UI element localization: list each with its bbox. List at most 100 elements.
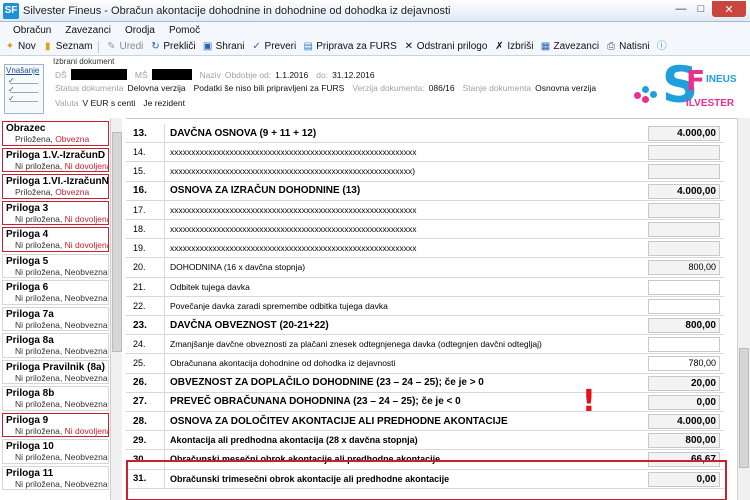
help-button[interactable]: ⓘ <box>656 41 668 53</box>
logo-dots-icon <box>632 82 660 106</box>
row-number: 21. <box>133 281 146 292</box>
toolbar-separator <box>98 40 100 53</box>
sidebar-item-status: Ni priložena, Neobvezna <box>3 293 108 303</box>
sidebar-item[interactable]: Priloga 5 Ni priložena, Neobvezna <box>2 253 109 278</box>
attached-status: Ni priložena, <box>15 213 63 224</box>
requirement-status: Neobvezna <box>64 319 108 330</box>
attached-status: Priložena, <box>15 134 53 144</box>
row-value-field[interactable] <box>648 279 720 295</box>
save-icon: ▣ <box>202 40 213 52</box>
sidebar-item[interactable]: Priloga 8a Ni priložena, Neobvezna <box>2 333 109 358</box>
row-divider <box>164 220 165 239</box>
folder-icon: ▮ <box>45 40 51 52</box>
sidebar-item[interactable]: Priloga 11 Ni priložena, Neobvezna <box>2 465 109 490</box>
main-scroll-thumb[interactable] <box>739 348 749 468</box>
row-value-field: 4.000,00 <box>648 183 720 199</box>
remove-attachment-label: Odstrani prilogo <box>416 41 488 52</box>
save-button[interactable]: ▣ Shrani <box>202 41 245 53</box>
table-row: 20. DOHODNINA (16 x davčna stopnja) 800,00 <box>126 258 724 278</box>
remove-attachment-button[interactable]: ✕ Odstrani prilogo <box>403 41 488 53</box>
sidebar-item[interactable]: Priloga 6 Ni priložena, Neobvezna <box>2 280 109 305</box>
sidebar-item[interactable]: Priloga 3 Ni priložena, Ni dovoljena <box>2 200 109 225</box>
stanje-value: Osnovna verzija <box>535 83 597 93</box>
prepare-furs-button[interactable]: ▤ Priprava za FURS <box>302 41 396 53</box>
sidebar-item-status: Ni priložena, Ni dovoljena <box>3 214 108 224</box>
requirement-status: Neobvezna <box>64 452 108 462</box>
row-divider <box>164 124 165 143</box>
row-number: 26. <box>133 377 147 389</box>
sidebar-item[interactable]: Priloga 1.VI.-IzračunN Priložena, Obvezna <box>2 174 109 199</box>
sidebar-item-name: Priloga 4 <box>6 229 49 240</box>
sidebar-item[interactable]: Priloga 9 Ni priložena, Ni dovoljena <box>2 412 109 437</box>
cancel-icon: ↻ <box>151 40 160 52</box>
verify-button[interactable]: ✓ Preveri <box>251 41 296 53</box>
print-button[interactable]: ⎙ Natisni <box>605 41 650 53</box>
new-button[interactable]: ✦ Nov <box>4 41 36 53</box>
sidebar-item[interactable]: Priloga 7a Ni priložena, Neobvezna <box>2 306 109 331</box>
sidebar-item-name: Obrazec <box>6 123 46 134</box>
sidebar-item[interactable]: Priloga 8b Ni priložena, Neobvezna <box>2 386 109 411</box>
delete-label: Izbriši <box>507 41 534 52</box>
cancel-button[interactable]: ↻ Prekliči <box>149 41 195 53</box>
table-row: 21. Odbitek tujega davka <box>126 277 724 297</box>
table-row: 29. Akontacija ali predhodna akontacija (… <box>126 431 724 451</box>
row-value-field <box>648 202 720 218</box>
selected-document-label: Izbrani dokument <box>53 57 115 66</box>
maximize-icon[interactable]: □ <box>692 1 710 17</box>
requirement-status: Ni dovoljena <box>64 160 108 171</box>
attached-status: Ni priložena, <box>15 452 63 462</box>
close-icon[interactable]: ✕ <box>712 1 746 17</box>
menu-pomoc[interactable]: Pomoč <box>162 25 207 36</box>
attached-status: Ni priložena, <box>15 266 63 277</box>
row-value-field: 800,00 <box>648 433 720 449</box>
sidebar-item[interactable]: Obrazec Priložena, Obvezna <box>2 121 109 146</box>
delete-icon: ✗ <box>495 40 504 52</box>
sidebar-item-name: Priloga 6 <box>6 282 49 293</box>
menu-zavezanci[interactable]: Zavezanci <box>58 25 118 36</box>
row-label: xxxxxxxxxxxxxxxxxxxxxxxxxxxxxxxxxxxxxxxx… <box>170 224 417 235</box>
sidebar-item-status: Ni priložena, Ni dovoljena <box>3 240 108 250</box>
menu-orodja[interactable]: Orodja <box>118 25 162 36</box>
sidebar-scroll-thumb[interactable] <box>112 132 122 352</box>
list-button[interactable]: ▮ Seznam <box>42 40 92 53</box>
sidebar-item[interactable]: Priloga 1.V.-IzračunD Ni priložena, Ni do… <box>2 147 109 172</box>
requirement-status: Neobvezna <box>64 266 108 277</box>
sidebar-item[interactable]: Priloga Pravilnik (8a) Ni priložena, Neob… <box>2 359 109 384</box>
sidebar-item[interactable]: Priloga 10 Ni priložena, Neobvezna <box>2 439 109 464</box>
requirement-status: Neobvezna <box>64 293 108 303</box>
sidebar-scrollbar[interactable] <box>110 118 122 500</box>
menu-obracun[interactable]: Obračun <box>6 25 58 36</box>
attached-status: Ni priložena, <box>15 346 63 356</box>
taxpayers-button[interactable]: ▦ Zavezanci <box>540 41 599 53</box>
requirement-status: Neobvezna <box>64 346 108 356</box>
row-value-field <box>648 145 720 161</box>
vnasanje-panel[interactable]: Vnašanje ✓ ✓ ✓ <box>4 64 44 114</box>
sidebar-item-name: Priloga 8a <box>6 335 54 346</box>
minimize-icon[interactable]: — <box>672 1 690 17</box>
table-row: 25. Obračunana akontacija dohodnine od do… <box>126 354 724 374</box>
sidebar-item-name: Priloga 8b <box>6 388 55 399</box>
stanje-label: Stanje dokumenta <box>462 83 532 93</box>
attached-status: Ni priložena, <box>15 319 63 330</box>
sidebar-item[interactable]: Priloga 4 Ni priložena, Ni dovoljena <box>2 227 109 252</box>
table-row: 28. OSNOVA ZA DOLOČITEV AKONTACIJE ALI PR… <box>126 412 724 432</box>
ms-redacted <box>151 69 192 80</box>
row-value-field[interactable]: 780,00 <box>648 356 720 372</box>
row-divider <box>164 316 165 335</box>
requirement-status: Obvezna <box>55 134 90 144</box>
menu-bar: Obračun Zavezanci Orodja Pomoč <box>0 22 750 38</box>
sidebar-item-name: Priloga 11 <box>6 467 54 479</box>
row-label: DOHODNINA (16 x davčna stopnja) <box>170 262 306 273</box>
row-value-field[interactable] <box>648 298 720 314</box>
delete-button[interactable]: ✗ Izbriši <box>493 41 533 53</box>
row-value-field[interactable] <box>648 337 720 353</box>
edit-button[interactable]: ✎ Uredi <box>105 41 143 53</box>
row-label: OSNOVA ZA IZRAČUN DOHODNINE (13) <box>170 185 361 197</box>
row-label: xxxxxxxxxxxxxxxxxxxxxxxxxxxxxxxxxxxxxxxx… <box>170 243 417 254</box>
row-divider <box>164 354 165 373</box>
row-number: 22. <box>133 300 146 311</box>
attachments-sidebar: Obrazec Priložena, Obvezna Priloga 1.V.-Iz… <box>0 118 122 500</box>
form-table: 31. Obračunski trimesečni obrok akontacij… <box>126 118 737 500</box>
row-number: 23. <box>133 319 147 331</box>
main-scrollbar[interactable] <box>737 118 750 500</box>
